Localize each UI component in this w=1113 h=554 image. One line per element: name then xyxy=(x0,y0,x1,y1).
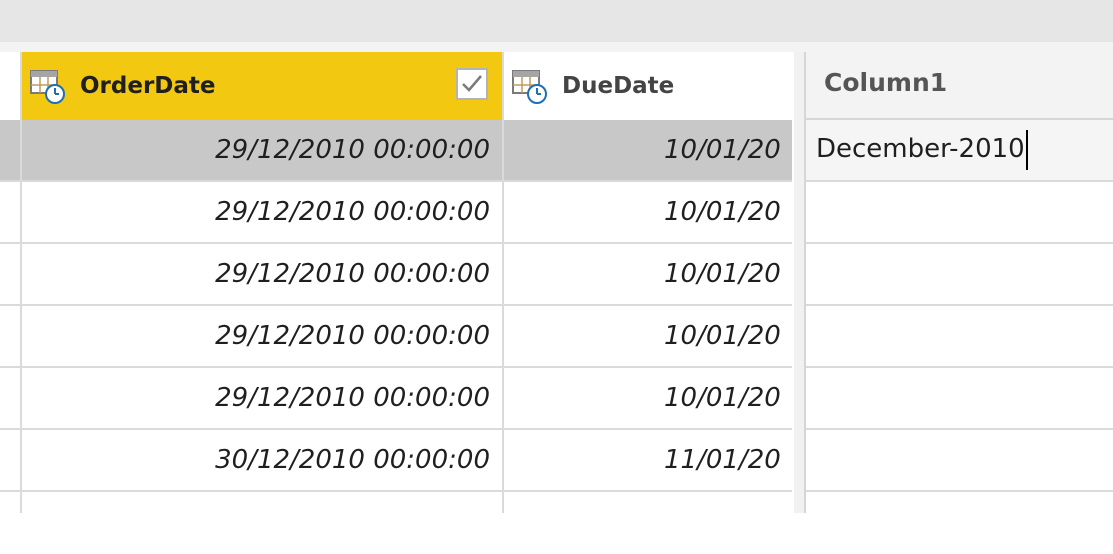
grid-column-divider xyxy=(502,52,504,513)
text-caret xyxy=(1025,129,1028,170)
calendar-clock-icon xyxy=(30,68,66,104)
table-row[interactable] xyxy=(0,492,792,513)
calendar-clock-icon xyxy=(512,68,548,104)
example-cell[interactable] xyxy=(806,492,1113,554)
example-column-header-label: Column1 xyxy=(824,68,948,97)
example-cell[interactable] xyxy=(806,244,1113,306)
table-row[interactable]: 29/12/2010 00:00:00 10/01/20 xyxy=(0,244,792,306)
example-cell[interactable] xyxy=(806,182,1113,244)
table-row[interactable]: 30/12/2010 00:00:00 11/01/20 xyxy=(0,430,792,492)
cell-orderdate[interactable]: 29/12/2010 00:00:00 xyxy=(24,306,490,366)
cell-duedate[interactable]: 11/01/20 xyxy=(506,430,792,490)
column-header-label: OrderDate xyxy=(80,73,216,99)
cell-duedate[interactable]: 10/01/20 xyxy=(506,244,792,304)
example-input[interactable]: December-2010 xyxy=(816,120,1106,178)
example-cell[interactable]: December-2010 xyxy=(806,120,1113,182)
table-row[interactable]: 29/12/2010 00:00:00 10/01/20 xyxy=(0,120,792,182)
data-grid: OrderDate DueDate 29/12/2010 00:00:00 10… xyxy=(0,52,792,513)
example-cell[interactable] xyxy=(806,430,1113,492)
cell-duedate[interactable]: 10/01/20 xyxy=(506,306,792,366)
table-row[interactable]: 29/12/2010 00:00:00 10/01/20 xyxy=(0,306,792,368)
cell-orderdate[interactable]: 29/12/2010 00:00:00 xyxy=(24,368,490,428)
example-cell[interactable] xyxy=(806,306,1113,368)
cell-orderdate[interactable]: 29/12/2010 00:00:00 xyxy=(24,120,490,180)
column-from-examples-panel: Column1 December-2010 xyxy=(794,52,1113,554)
cell-duedate[interactable]: 10/01/20 xyxy=(506,182,792,242)
cell-duedate[interactable]: 10/01/20 xyxy=(506,368,792,428)
column-header-duedate[interactable]: DueDate xyxy=(504,52,792,120)
table-row[interactable]: 29/12/2010 00:00:00 10/01/20 xyxy=(0,368,792,430)
checkbox-check-icon[interactable] xyxy=(456,68,488,100)
column-header-orderdate[interactable]: OrderDate xyxy=(22,52,502,120)
cell-duedate[interactable]: 10/01/20 xyxy=(506,120,792,180)
cell-orderdate[interactable]: 29/12/2010 00:00:00 xyxy=(24,182,490,242)
grid-column-divider xyxy=(20,52,22,513)
table-row[interactable]: 29/12/2010 00:00:00 10/01/20 xyxy=(0,182,792,244)
cell-orderdate[interactable]: 29/12/2010 00:00:00 xyxy=(24,244,490,304)
cell-orderdate[interactable]: 30/12/2010 00:00:00 xyxy=(24,430,490,490)
top-toolbar-strip xyxy=(0,0,1113,42)
column-header-label: DueDate xyxy=(562,73,675,99)
example-input-value: December-2010 xyxy=(816,134,1025,164)
example-cell[interactable] xyxy=(806,368,1113,430)
example-column-header[interactable]: Column1 xyxy=(806,52,1113,120)
toolbar-gap xyxy=(0,42,1113,52)
